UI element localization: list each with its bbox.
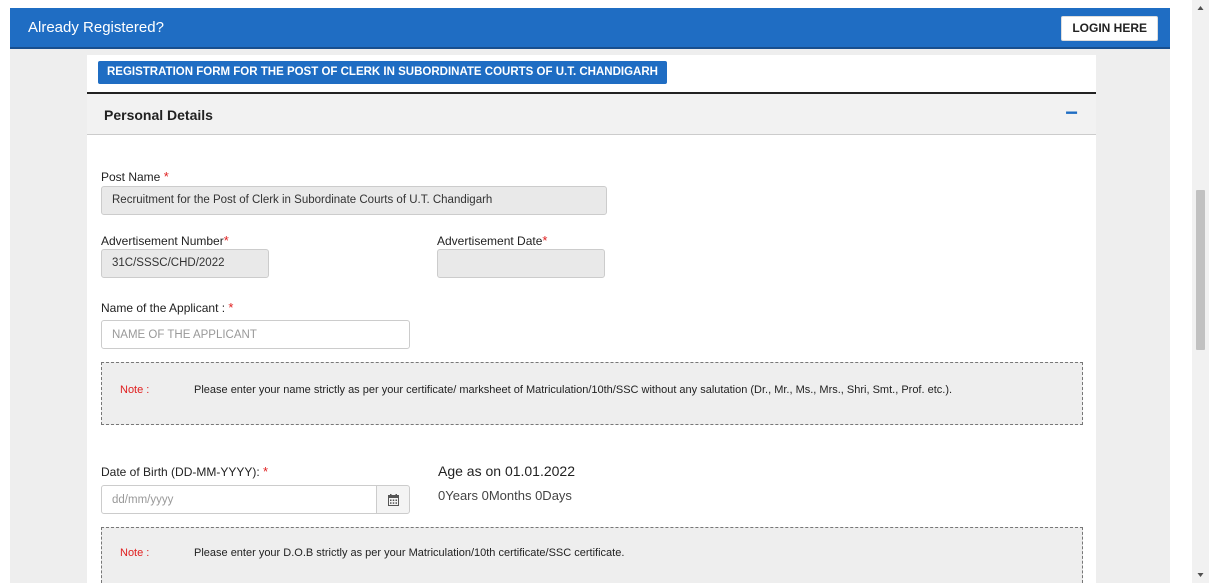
- applicant-name-label: Name of the Applicant : *: [101, 300, 233, 315]
- post-name-field: Recruitment for the Post of Clerk in Sub…: [101, 186, 607, 215]
- arrow-up-icon[interactable]: [1192, 0, 1209, 17]
- post-name-label: Post Name *: [101, 169, 169, 184]
- name-note-box: Note : Please enter your name strictly a…: [101, 362, 1083, 425]
- calendar-button[interactable]: [376, 485, 410, 514]
- already-registered-text: Already Registered?: [28, 19, 164, 36]
- dob-label-text: Date of Birth (DD-MM-YYYY):: [101, 465, 260, 479]
- adv-number-label-text: Advertisement Number: [101, 234, 224, 248]
- vertical-scrollbar[interactable]: [1192, 0, 1209, 583]
- adv-date-label: Advertisement Date*: [437, 233, 547, 248]
- required-marker: *: [223, 233, 229, 248]
- arrow-down-icon[interactable]: [1192, 566, 1209, 583]
- collapse-icon[interactable]: −: [1065, 102, 1078, 124]
- applicant-name-input[interactable]: [101, 320, 410, 349]
- post-name-label-text: Post Name: [101, 170, 161, 184]
- login-here-button[interactable]: LOGIN HERE: [1061, 16, 1158, 41]
- note-label: Note :: [120, 547, 150, 559]
- note-text: Please enter your name strictly as per y…: [194, 384, 953, 396]
- personal-details-header[interactable]: Personal Details −: [87, 92, 1096, 135]
- required-marker: *: [163, 169, 169, 184]
- section-title: Personal Details: [104, 107, 213, 123]
- note-label: Note :: [120, 384, 150, 396]
- note-text: Please enter your D.O.B strictly as per …: [194, 547, 625, 559]
- age-value: 0Years 0Months 0Days: [438, 488, 572, 503]
- adv-number-field: 31C/SSSC/CHD/2022: [101, 249, 269, 278]
- required-marker: *: [542, 233, 548, 248]
- adv-date-label-text: Advertisement Date: [437, 234, 543, 248]
- required-marker: *: [263, 464, 269, 479]
- dob-input[interactable]: [101, 485, 377, 514]
- age-title: Age as on 01.01.2022: [438, 463, 576, 479]
- already-registered-bar: Already Registered? LOGIN HERE: [10, 8, 1170, 49]
- applicant-name-label-text: Name of the Applicant :: [101, 301, 226, 315]
- adv-date-field: [437, 249, 605, 278]
- dob-note-box: Note : Please enter your D.O.B strictly …: [101, 527, 1083, 583]
- form-title: REGISTRATION FORM FOR THE POST OF CLERK …: [98, 61, 667, 84]
- scrollbar-thumb[interactable]: [1196, 190, 1205, 350]
- calendar-icon: [388, 494, 399, 506]
- required-marker: *: [228, 300, 234, 315]
- dob-label: Date of Birth (DD-MM-YYYY): *: [101, 464, 268, 479]
- adv-number-label: Advertisement Number*: [101, 233, 229, 248]
